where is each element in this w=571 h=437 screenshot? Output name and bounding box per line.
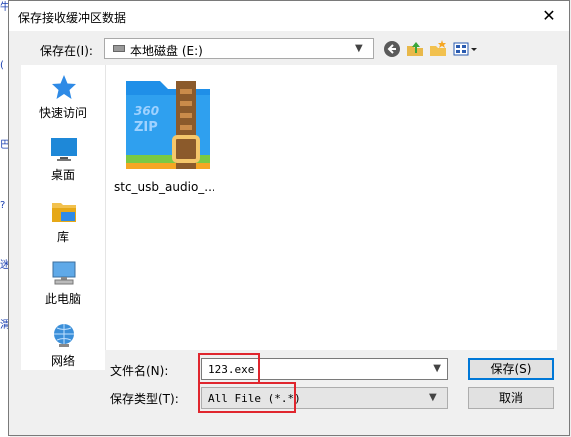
location-label: 保存在(I): — [40, 44, 93, 58]
dialog-title: 保存接收缓冲区数据 — [18, 11, 127, 25]
chevron-down-icon: ▼ — [433, 363, 441, 374]
chevron-down-icon: ▼ — [355, 43, 363, 54]
up-folder-icon[interactable] — [405, 39, 425, 59]
sidebar-item-label: 此电脑 — [44, 292, 81, 306]
sidebar-item-label: 快速访问 — [38, 106, 87, 120]
save-button[interactable]: 保存(S) — [468, 358, 554, 380]
network-icon — [54, 324, 74, 347]
cancel-button[interactable]: 取消 — [468, 387, 554, 409]
drive-icon — [113, 45, 125, 52]
title-bar: 保存接收缓冲区数据 ✕ — [9, 1, 569, 31]
star-icon — [52, 75, 76, 99]
zip-badge-360: 360 — [134, 104, 159, 118]
places-sidebar: 快速访问 桌面 库 此电脑 网络 — [21, 65, 105, 370]
filename-highlight — [198, 353, 260, 384]
sidebar-item-label: 桌面 — [50, 168, 75, 182]
sidebar-item-quick-access[interactable]: 快速访问 — [21, 67, 105, 125]
location-value: 本地磁盘 (E:) — [130, 44, 203, 58]
sidebar-item-this-pc[interactable]: 此电脑 — [21, 253, 105, 311]
chevron-down-icon: ▼ — [429, 392, 437, 403]
new-folder-icon[interactable] — [428, 39, 448, 59]
desktop-icon — [51, 138, 77, 161]
file-name: stc_usb_audio_... — [114, 180, 214, 194]
filetype-label: 保存类型(T): — [110, 392, 179, 406]
save-dialog: 保存接收缓冲区数据 ✕ 保存在(I): 本地磁盘 (E:) ▼ 快速访问 桌面 … — [8, 0, 570, 436]
sidebar-item-library[interactable]: 库 — [21, 191, 105, 249]
sidebar-item-label: 库 — [56, 230, 69, 244]
filename-label: 文件名(N): — [110, 364, 169, 378]
sidebar-item-network[interactable]: 网络 — [21, 315, 105, 373]
file-list: 360 ZIP stc_usb_audio_... — [105, 65, 557, 350]
view-menu-icon[interactable] — [452, 39, 478, 59]
close-button[interactable]: ✕ — [529, 1, 569, 31]
sidebar-item-desktop[interactable]: 桌面 — [21, 129, 105, 187]
location-combo[interactable]: 本地磁盘 (E:) ▼ — [104, 38, 374, 59]
zip-badge-zip: ZIP — [134, 120, 158, 135]
computer-icon — [52, 261, 76, 285]
sidebar-item-label: 网络 — [50, 354, 75, 368]
file-item[interactable]: 360 ZIP stc_usb_audio_... — [114, 71, 214, 195]
zip-archive-icon: 360 ZIP — [126, 81, 210, 169]
filetype-highlight — [198, 382, 296, 413]
back-icon[interactable] — [382, 39, 402, 59]
library-icon — [52, 203, 76, 222]
